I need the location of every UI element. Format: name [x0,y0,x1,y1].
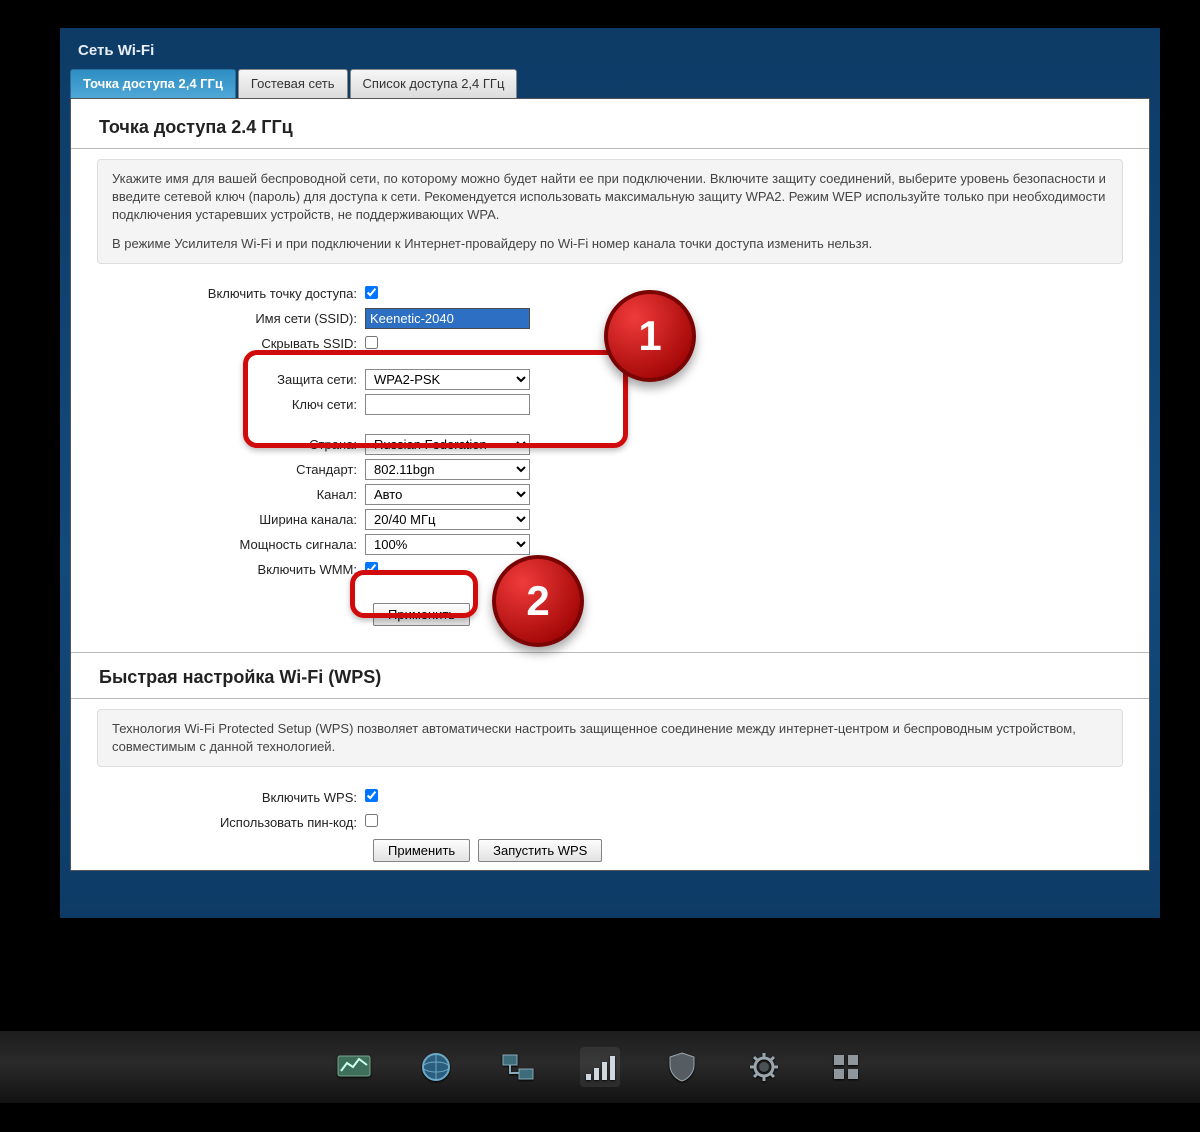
apply-wps-button[interactable]: Применить [373,839,470,862]
ap-form: Включить точку доступа: Имя сети (SSID):… [71,278,1149,634]
label-hide-ssid: Скрывать SSID: [97,336,365,351]
wps-info-box: Технология Wi-Fi Protected Setup (WPS) п… [97,709,1123,767]
label-use-pin: Использовать пин-код: [97,815,365,830]
divider [71,652,1149,653]
wps-form: Включить WPS: Использовать пин-код: Прим… [71,781,1149,870]
divider [71,698,1149,699]
ap-heading: Точка доступа 2.4 ГГц [71,99,1149,144]
label-enable-wps: Включить WPS: [97,790,365,805]
select-signal-power[interactable]: 100% [365,534,530,555]
checkbox-enable-ap[interactable] [365,286,378,299]
checkbox-enable-wps[interactable] [365,789,378,802]
gear-icon[interactable] [744,1047,784,1087]
ap-info-p1: Укажите имя для вашей беспроводной сети,… [112,170,1108,225]
label-ssid: Имя сети (SSID): [97,311,365,326]
checkbox-hide-ssid[interactable] [365,336,378,349]
content-panel: Точка доступа 2.4 ГГц Укажите имя для ва… [70,98,1150,871]
select-country[interactable]: Russian Federation [365,434,530,455]
page-title: Сеть Wi-Fi [60,28,1160,69]
wps-info-text: Технология Wi-Fi Protected Setup (WPS) п… [112,720,1108,756]
router-admin-panel: Сеть Wi-Fi Точка доступа 2,4 ГГц Гостева… [60,28,1160,918]
checkbox-wmm[interactable] [365,562,378,575]
label-wmm: Включить WMM: [97,562,365,577]
ap-info-p2: В режиме Усилителя Wi-Fi и при подключен… [112,235,1108,253]
tab-guest-network[interactable]: Гостевая сеть [238,69,348,98]
input-ssid[interactable] [365,308,530,329]
label-key: Ключ сети: [97,397,365,412]
label-security: Защита сети: [97,372,365,387]
navigation-dock [0,1030,1200,1104]
input-network-key[interactable] [365,394,530,415]
select-security[interactable]: WPA2-PSK [365,369,530,390]
checkbox-use-pin[interactable] [365,814,378,827]
ap-info-box: Укажите имя для вашей беспроводной сети,… [97,159,1123,264]
apply-ap-button[interactable]: Применить [373,603,470,626]
label-width: Ширина канала: [97,512,365,527]
label-channel: Канал: [97,487,365,502]
select-channel[interactable]: Авто [365,484,530,505]
label-power: Мощность сигнала: [97,537,365,552]
shield-icon[interactable] [662,1047,702,1087]
monitor-icon[interactable] [334,1047,374,1087]
globe-icon[interactable] [416,1047,456,1087]
wifi-bars-icon[interactable] [580,1047,620,1087]
tab-access-point[interactable]: Точка доступа 2,4 ГГц [70,69,236,98]
label-standard: Стандарт: [97,462,365,477]
tabs-bar: Точка доступа 2,4 ГГц Гостевая сеть Спис… [60,69,1160,98]
tab-access-list[interactable]: Список доступа 2,4 ГГц [350,69,518,98]
select-channel-width[interactable]: 20/40 МГц [365,509,530,530]
select-standard[interactable]: 802.11bgn [365,459,530,480]
network-icon[interactable] [498,1047,538,1087]
divider [71,148,1149,149]
label-country: Страна: [97,437,365,452]
start-wps-button[interactable]: Запустить WPS [478,839,602,862]
wps-heading: Быстрая настройка Wi-Fi (WPS) [71,663,1149,694]
label-enable-ap: Включить точку доступа: [97,286,365,301]
apps-icon[interactable] [826,1047,866,1087]
